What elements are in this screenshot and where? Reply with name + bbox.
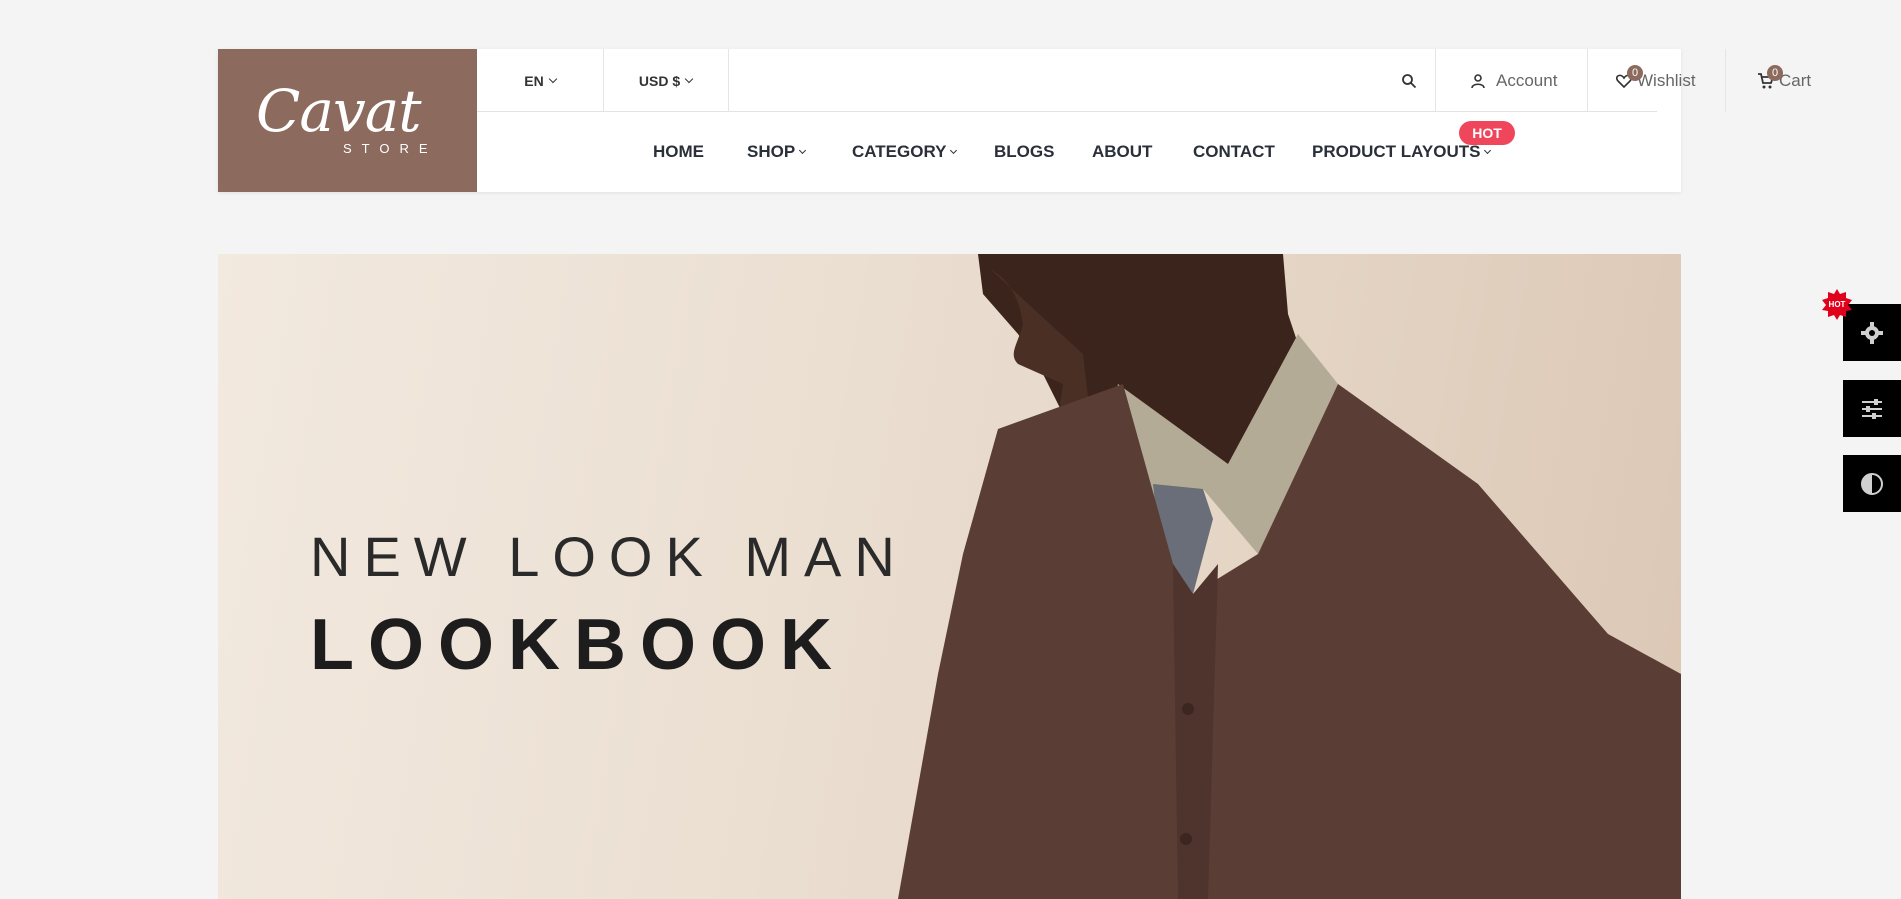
currency-selector[interactable]: USD $ [603, 49, 728, 112]
language-label: EN [524, 72, 544, 89]
main-navigation: HOME SHOP CATEGORY BLOGS ABOUT CONTACT P… [477, 112, 1657, 192]
nav-label: HOME [653, 142, 704, 161]
logo-subtext: STORE [343, 141, 438, 156]
search-button[interactable] [1401, 49, 1417, 112]
nav-item-blogs[interactable]: BLOGS [994, 142, 1054, 162]
currency-label: USD $ [638, 72, 681, 89]
divider [728, 49, 729, 112]
nav-item-home[interactable]: HOME [653, 142, 704, 162]
site-header: Cavat STORE EN USD $ Account 0 Wishlist … [218, 49, 1811, 192]
nav-label: BLOGS [994, 142, 1055, 161]
search-icon [1402, 73, 1417, 88]
nav-label: PRODUCT LAYOUTS [1312, 142, 1481, 161]
cart-count-badge: 0 [1767, 65, 1783, 81]
filters-button[interactable] [1843, 380, 1901, 437]
chevron-down-icon [548, 74, 557, 83]
wishlist-count-badge: 0 [1627, 65, 1643, 81]
contrast-toggle-button[interactable] [1843, 455, 1901, 512]
chevron-down-icon [950, 146, 958, 154]
divider [1725, 49, 1726, 112]
contrast-icon [1861, 472, 1883, 495]
cart-link[interactable]: 0 Cart [1757, 49, 1811, 112]
hero-subtitle: NEW LOOK MAN [310, 525, 908, 588]
hero-title: LOOKBOOK [310, 605, 846, 685]
nav-item-product-layouts[interactable]: PRODUCT LAYOUTS [1312, 142, 1492, 162]
chevron-down-icon [1484, 146, 1492, 154]
cart-label: Cart [1779, 70, 1812, 90]
divider [1435, 49, 1436, 112]
nav-label: ABOUT [1092, 142, 1153, 161]
nav-label: CATEGORY [852, 142, 947, 161]
wishlist-label: Wishlist [1637, 70, 1696, 90]
hot-star-label: HOT [1829, 300, 1846, 309]
hot-star-badge: HOT [1822, 289, 1852, 320]
logo[interactable]: Cavat STORE [218, 49, 477, 192]
nav-item-contact[interactable]: CONTACT [1193, 142, 1275, 162]
nav-item-category[interactable]: CATEGORY [852, 142, 958, 162]
logo-text: Cavat [256, 77, 422, 145]
chevron-down-icon [799, 146, 807, 154]
divider [1587, 49, 1588, 112]
hero-banner[interactable]: NEW LOOK MAN LOOKBOOK [218, 254, 1681, 899]
hot-badge: HOT [1459, 121, 1515, 145]
chevron-down-icon [684, 74, 694, 83]
wishlist-link[interactable]: 0 Wishlist [1615, 49, 1696, 112]
account-link[interactable]: Account [1470, 49, 1557, 112]
account-label: Account [1496, 70, 1558, 90]
nav-item-about[interactable]: ABOUT [1092, 142, 1152, 162]
gear-icon [1861, 321, 1883, 344]
nav-item-shop[interactable]: SHOP [747, 142, 807, 162]
nav-label: SHOP [747, 142, 796, 161]
language-selector[interactable]: EN [477, 49, 603, 112]
nav-label: CONTACT [1193, 142, 1275, 161]
top-bar: EN USD $ Account 0 Wishlist 0 Cart [477, 49, 1811, 112]
sliders-icon [1862, 398, 1882, 419]
user-icon [1471, 73, 1485, 88]
